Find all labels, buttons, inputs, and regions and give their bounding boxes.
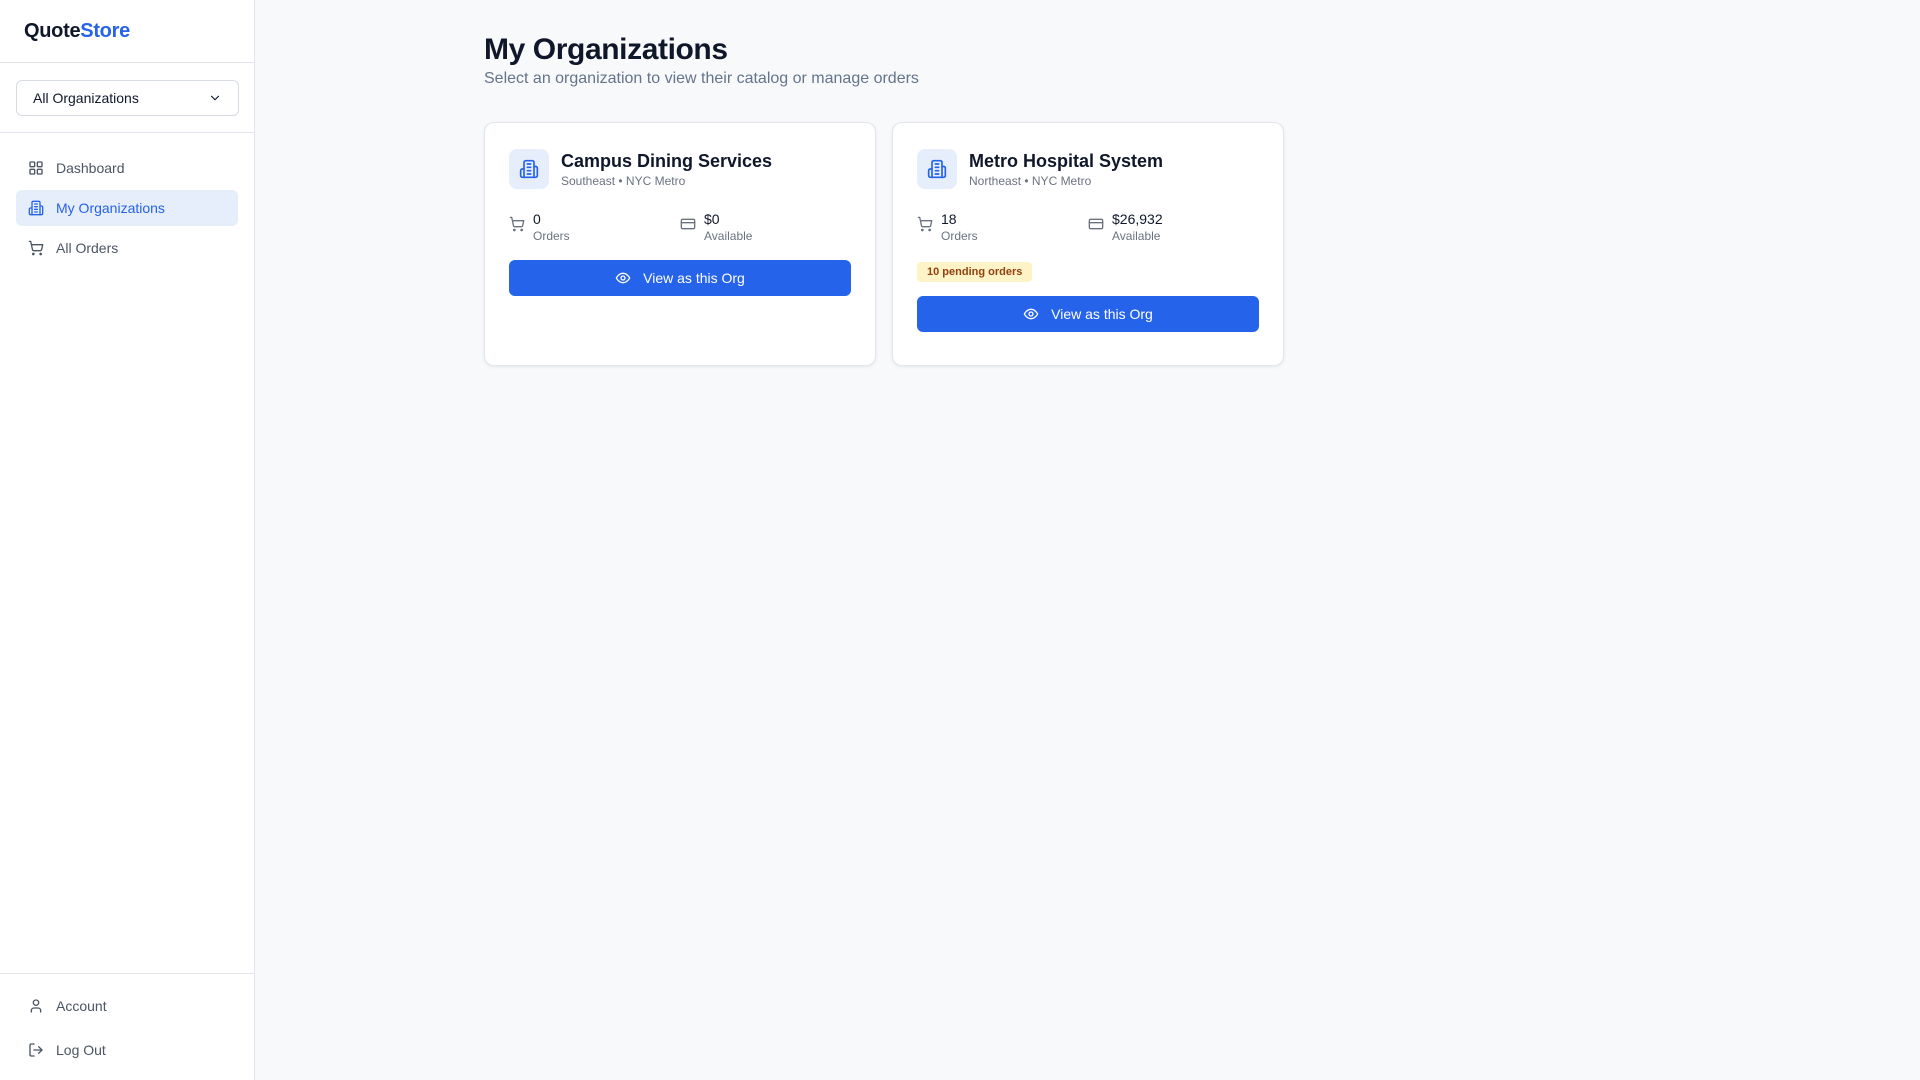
organization-card: Campus Dining Services Southeast • NYC M… (484, 122, 876, 366)
orders-count: 18 (941, 211, 957, 227)
main-content: My Organizations Select an organization … (255, 0, 1920, 1080)
nav-item-label: Log Out (56, 1042, 106, 1058)
user-icon (30, 999, 42, 1013)
view-as-org-label: View as this Org (643, 270, 745, 286)
organization-select[interactable]: All Organizations (16, 80, 239, 116)
building-icon (28, 200, 44, 216)
bottom-nav: Account Log Out (0, 973, 254, 1080)
eye-icon (615, 272, 631, 284)
view-as-org-label: View as this Org (1051, 306, 1153, 322)
org-region: Southeast • NYC Metro (561, 174, 686, 188)
logout-icon (29, 1043, 43, 1057)
org-select-area: All Organizations (0, 63, 254, 133)
org-stats: 18 Orders $26,932 Available (917, 211, 1259, 244)
org-stats: 0 Orders $0 Available (509, 211, 851, 244)
sidebar: QuoteStore All Organizations Dashboard M… (0, 0, 255, 1080)
available-amount: $26,932 (1112, 211, 1163, 227)
cart-icon (917, 216, 933, 232)
card-header: Campus Dining Services Southeast • NYC M… (509, 149, 851, 189)
available-stat: $0 Available (680, 211, 851, 244)
orders-label: Orders (533, 229, 570, 243)
cart-icon (28, 240, 44, 256)
chevron-down-icon (210, 95, 220, 101)
nav-item-my-organizations[interactable]: My Organizations (16, 190, 238, 226)
org-region: Northeast • NYC Metro (969, 174, 1092, 188)
credit-card-icon (1088, 218, 1104, 230)
available-label: Available (704, 229, 753, 243)
building-icon (519, 159, 539, 179)
org-title-block: Campus Dining Services Southeast • NYC M… (561, 150, 772, 188)
organization-card: Metro Hospital System Northeast • NYC Me… (892, 122, 1284, 366)
org-name: Metro Hospital System (969, 151, 1164, 171)
cart-icon (509, 216, 525, 232)
building-icon (927, 159, 947, 179)
page-subtitle: Select an organization to view their cat… (484, 70, 919, 87)
nav-item-label: Dashboard (56, 160, 125, 176)
logo-text-quote: Quote (24, 19, 81, 42)
orders-stat: 18 Orders (917, 211, 1088, 244)
logo-text-store: Store (80, 19, 130, 42)
org-title-block: Metro Hospital System Northeast • NYC Me… (969, 150, 1163, 188)
nav-item-dashboard[interactable]: Dashboard (16, 150, 238, 186)
available-stat: $26,932 Available (1088, 211, 1259, 244)
org-icon-wrap (509, 149, 549, 189)
orders-label: Orders (941, 229, 978, 243)
org-name: Campus Dining Services (561, 151, 773, 171)
nav-item-label: My Organizations (56, 200, 165, 216)
available-amount: $0 (704, 211, 720, 227)
available-label: Available (1112, 229, 1161, 243)
logo[interactable]: QuoteStore (24, 20, 130, 43)
page-title: My Organizations (484, 33, 728, 66)
org-icon-wrap (917, 149, 957, 189)
view-as-org-button[interactable]: View as this Org (917, 296, 1259, 332)
nav-item-account[interactable]: Account (16, 986, 238, 1026)
nav-item-log-out[interactable]: Log Out (16, 1030, 238, 1070)
dashboard-icon (29, 161, 43, 175)
orders-count: 0 (533, 211, 541, 227)
eye-icon (1023, 308, 1039, 320)
pending-orders-badge: 10 pending orders (917, 262, 1033, 282)
view-as-org-button[interactable]: View as this Org (509, 260, 851, 296)
main-nav: Dashboard My Organizations All Orders (0, 133, 254, 266)
organization-cards: Campus Dining Services Southeast • NYC M… (484, 122, 1920, 366)
nav-item-label: All Orders (56, 240, 119, 256)
logo-area: QuoteStore (0, 0, 254, 63)
nav-item-all-orders[interactable]: All Orders (16, 230, 238, 266)
nav-item-label: Account (56, 998, 107, 1014)
credit-card-icon (680, 218, 696, 230)
organization-select-value: All Organizations (33, 90, 139, 106)
card-header: Metro Hospital System Northeast • NYC Me… (917, 149, 1259, 189)
orders-stat: 0 Orders (509, 211, 680, 244)
